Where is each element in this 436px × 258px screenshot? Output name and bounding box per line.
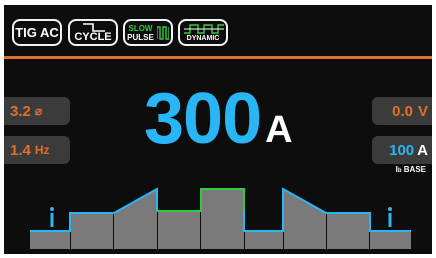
pre-gas-marker-icon xyxy=(50,207,54,227)
graph-segment-up-slope[interactable] xyxy=(114,189,157,249)
graph-segment-crater[interactable] xyxy=(327,213,369,249)
pulse-wave-icon xyxy=(156,25,169,40)
dynamic-wave-icon xyxy=(184,24,224,34)
base-current-display[interactable]: 100 A xyxy=(372,136,432,164)
header-divider xyxy=(4,56,432,59)
graph-segment-base[interactable] xyxy=(158,211,200,249)
pulse-label: PULSE xyxy=(127,32,154,42)
slow-label: SLOW xyxy=(128,23,153,33)
ac-frequency-display[interactable]: 1.4 Hz xyxy=(4,136,70,164)
voltage-display: 0.0 V xyxy=(372,97,432,125)
base-current-label: Ib BASE xyxy=(396,165,426,174)
graph-segment-pre-gas[interactable] xyxy=(30,231,70,249)
dynamic-label: DYNAMIC xyxy=(186,34,220,42)
base-label-sub: b xyxy=(397,168,402,174)
cycle-label: CYCLE xyxy=(74,30,112,43)
current-unit: A xyxy=(265,109,293,151)
graph-segment-post-gas[interactable] xyxy=(370,231,411,249)
tig-ac-mode-button[interactable]: TIG AC xyxy=(12,19,62,46)
cycle-wave-icon xyxy=(83,23,105,32)
graph-segment-peak[interactable] xyxy=(201,189,244,249)
current-value: 300 xyxy=(144,79,262,159)
main-current-display[interactable]: 300 A xyxy=(144,83,293,155)
electrode-diameter-display[interactable]: 3.2 ⌀ xyxy=(4,97,70,125)
tig-ac-label: TIG AC xyxy=(15,25,59,40)
frequency-value: 1.4 xyxy=(10,141,31,159)
base-current-unit: A xyxy=(417,141,428,159)
dynamic-mode-button[interactable]: DYNAMIC xyxy=(178,19,228,46)
mode-bar: TIG AC CYCLE SLOW PULSE DYNAMIC xyxy=(4,5,432,59)
graph-segment-pulse-low[interactable] xyxy=(245,231,283,249)
slow-pulse-text: SLOW PULSE xyxy=(127,24,154,42)
welder-display: TIG AC CYCLE SLOW PULSE DYNAMIC 3.2 ⌀ 1.… xyxy=(4,5,432,254)
graph-segment-start-current[interactable] xyxy=(71,213,113,249)
voltage-unit: V xyxy=(417,102,428,120)
graph-segment-down-slope[interactable] xyxy=(284,189,326,249)
welding-cycle-graph xyxy=(30,187,411,249)
base-label-text: BASE xyxy=(403,165,426,174)
slow-pulse-mode-button[interactable]: SLOW PULSE xyxy=(123,19,173,46)
diameter-icon: ⌀ xyxy=(34,104,43,118)
post-gas-marker-icon xyxy=(388,207,392,227)
diameter-value: 3.2 xyxy=(10,102,31,120)
voltage-value: 0.0 xyxy=(392,102,413,120)
frequency-unit: Hz xyxy=(34,143,50,157)
cycle-mode-button[interactable]: CYCLE xyxy=(68,19,118,46)
base-current-value: 100 xyxy=(389,141,415,159)
